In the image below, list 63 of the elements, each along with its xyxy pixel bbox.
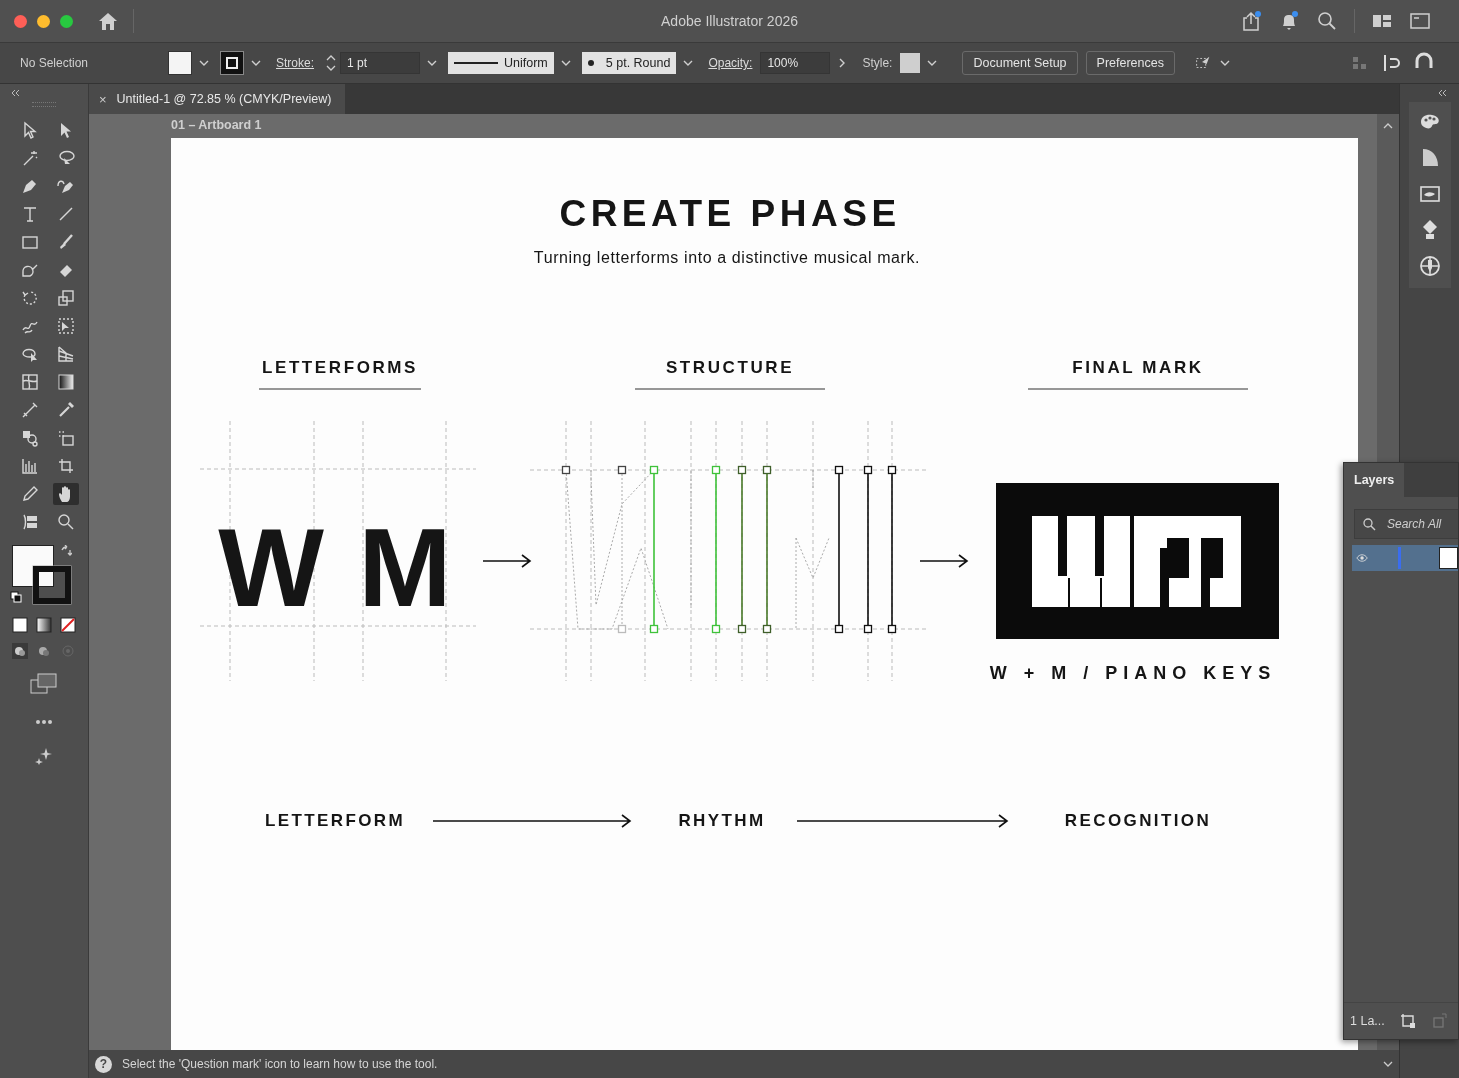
- opacity-link[interactable]: Opacity:: [708, 56, 753, 70]
- panel-icon[interactable]: [1409, 10, 1431, 32]
- eye-icon[interactable]: [1356, 553, 1369, 563]
- flow-step: LETTERFORM: [264, 811, 406, 831]
- profile-dropdown[interactable]: Uniform: [448, 52, 554, 74]
- fill-swatch[interactable]: [168, 51, 192, 75]
- artboard-frame-icon[interactable]: [1398, 1012, 1417, 1030]
- layer-count: 1 La...: [1350, 1014, 1385, 1028]
- draw-normal-icon[interactable]: [12, 643, 28, 659]
- artboard-label: 01 – Artboard 1: [171, 117, 263, 134]
- artboard-subtitle: Turning letterforms into a distinctive musical mark.: [533, 249, 921, 267]
- layer-thumbnail: [1438, 547, 1458, 569]
- stroke-link[interactable]: Stroke:: [276, 56, 314, 70]
- mark-caption: W + M / PIANO KEYS: [989, 662, 1277, 684]
- scroll-down-icon[interactable]: [1383, 1060, 1393, 1068]
- letterform: M: [358, 512, 452, 624]
- selection-status: No Selection: [20, 56, 90, 70]
- color-mode-icon[interactable]: [12, 617, 28, 633]
- maximize-window-icon[interactable]: [60, 14, 73, 28]
- letterform: W: [218, 512, 324, 624]
- search-icon: [1362, 517, 1376, 531]
- scroll-up-icon[interactable]: [1383, 122, 1393, 130]
- globe-icon[interactable]: [1417, 254, 1442, 278]
- stroke-weight-field[interactable]: 1 pt: [340, 52, 420, 74]
- status-message: Select the 'Question mark' icon to learn how to use the tool.: [122, 1057, 438, 1071]
- stroke-swatch[interactable]: [220, 51, 244, 75]
- screen-mode-icon[interactable]: [30, 673, 58, 695]
- layers-tab[interactable]: Layers: [1344, 463, 1405, 497]
- swap-icon[interactable]: [60, 545, 72, 557]
- arrow: [482, 554, 532, 568]
- none-mode-icon[interactable]: [60, 617, 76, 633]
- sparkle-icon[interactable]: [35, 747, 53, 765]
- home-icon[interactable]: [97, 11, 119, 31]
- document-tab[interactable]: × Untitled-1 @ 72.85 % (CMYK/Preview): [89, 84, 346, 114]
- toolbar-button[interactable]: Preferences: [1085, 51, 1175, 75]
- search-icon[interactable]: [1316, 10, 1338, 32]
- close-window-icon[interactable]: [14, 14, 27, 28]
- more-icon[interactable]: [35, 719, 53, 725]
- flow-step: RECOGNITION: [1064, 811, 1212, 831]
- close-tab-button[interactable]: ×: [99, 91, 107, 107]
- artboard-title: CREATE PHASE: [559, 193, 901, 235]
- style-label: Style:: [862, 56, 893, 70]
- stepper-icon[interactable]: [326, 53, 336, 73]
- align-icon[interactable]: [1381, 52, 1403, 74]
- gradient-mode-icon[interactable]: [36, 617, 52, 633]
- minimize-window-icon[interactable]: [37, 14, 50, 28]
- style-swatch[interactable]: [900, 53, 921, 73]
- section-heading: STRUCTURE: [665, 358, 795, 378]
- toolbar-button[interactable]: Document Setup: [962, 51, 1078, 75]
- search-field[interactable]: Search All: [1354, 509, 1458, 539]
- opacity-field[interactable]: 100%: [760, 52, 831, 74]
- flow-step: RHYTHM: [678, 811, 766, 831]
- section-heading: LETTERFORMS: [261, 358, 419, 378]
- brush-dropdown[interactable]: 5 pt. Round: [581, 52, 677, 74]
- stroke-color-swatch[interactable]: [32, 565, 72, 605]
- window-title: Adobe Illustrator 2026: [661, 13, 798, 29]
- help-button[interactable]: ?: [95, 1055, 112, 1073]
- default-colors-icon[interactable]: [10, 591, 22, 603]
- section-heading: FINAL MARK: [1072, 358, 1204, 378]
- document-title: Untitled-1 @ 72.85 % (CMYK/Preview): [116, 92, 332, 106]
- share-icon[interactable]: [1240, 10, 1262, 32]
- arrow: [919, 554, 969, 568]
- layer-row[interactable]: [1352, 545, 1458, 571]
